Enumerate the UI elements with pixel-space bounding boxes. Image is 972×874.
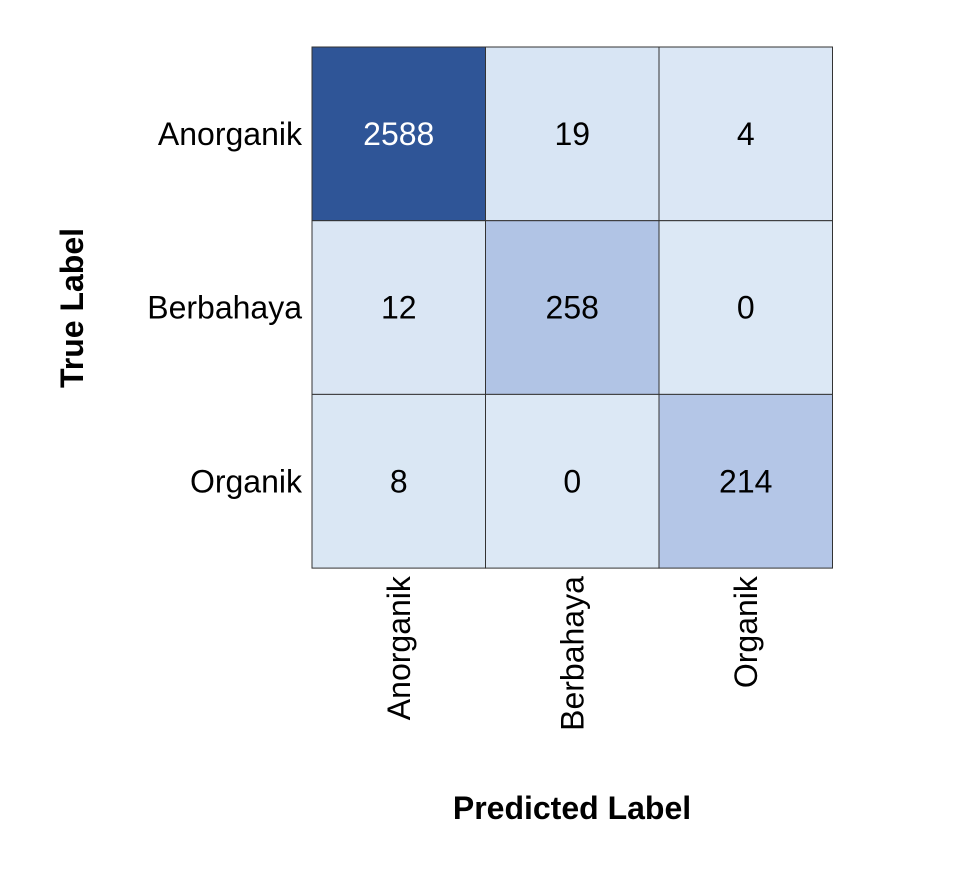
y-tick-label: Berbahaya xyxy=(147,290,302,326)
matrix-cell-value: 19 xyxy=(554,116,590,152)
x-tick-label: Organik xyxy=(728,575,764,688)
matrix-cell-value: 8 xyxy=(390,463,408,499)
confusion-matrix-chart: 2588 19 4 12 258 0 8 0 214 Anorganik Berbahaya Org… xyxy=(54,46,833,826)
matrix-cell-value: 2588 xyxy=(363,116,434,152)
x-tick-label: Berbahaya xyxy=(554,576,590,731)
y-tick-label: Organik xyxy=(190,463,303,499)
x-tick-labels: Anorganik Berbahaya Organik xyxy=(381,575,764,731)
y-tick-labels: Anorganik Berbahaya Organik xyxy=(147,116,303,499)
matrix-cell-value: 0 xyxy=(563,463,581,499)
x-axis-title: Predicted Label xyxy=(453,790,691,826)
matrix-cell-value: 0 xyxy=(737,290,755,326)
y-axis-title: True Label xyxy=(54,228,90,388)
matrix-cell-value: 12 xyxy=(381,290,417,326)
y-tick-label: Anorganik xyxy=(158,116,303,152)
matrix-cell-value: 214 xyxy=(719,463,772,499)
matrix-cell-value: 4 xyxy=(737,116,755,152)
x-tick-label: Anorganik xyxy=(381,575,417,720)
matrix-cell-value: 258 xyxy=(546,290,599,326)
